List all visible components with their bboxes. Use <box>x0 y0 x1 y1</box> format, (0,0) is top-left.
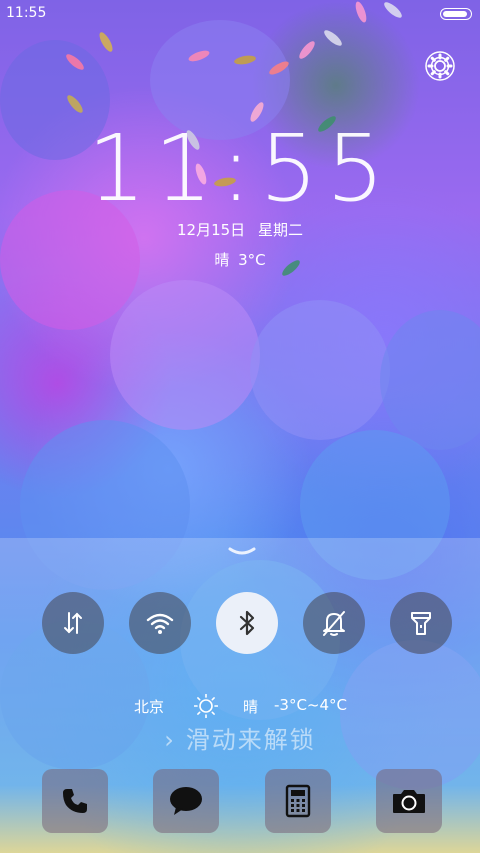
unlock-label: 滑动来解锁 <box>185 726 316 754</box>
app-dock <box>0 769 480 835</box>
weekday-label: 星期二 <box>257 221 303 239</box>
gear-icon[interactable] <box>424 50 456 82</box>
lock-clock: 11:55 <box>87 115 393 222</box>
calculator-button[interactable] <box>265 769 331 833</box>
slide-to-unlock[interactable]: › 滑动来解锁 <box>0 720 480 755</box>
weather-condition: 晴 <box>214 251 230 269</box>
status-bar: 11:55 <box>0 0 480 28</box>
wifi-toggle-button[interactable] <box>129 592 191 654</box>
messages-button[interactable] <box>153 769 219 833</box>
quick-toggles <box>0 592 480 656</box>
bell-off-icon <box>323 611 345 636</box>
sun-icon <box>193 693 219 719</box>
message-icon <box>170 787 202 815</box>
camera-icon <box>393 790 425 813</box>
date-label: 12月15日 <box>177 221 246 239</box>
lock-date: 12月15日 星期二 <box>0 219 480 240</box>
wifi-icon <box>146 613 174 634</box>
flashlight-toggle-button[interactable] <box>390 592 452 654</box>
weather-bar: 北京 晴 -3°C~4°C <box>0 696 480 718</box>
weather-range: -3°C~4°C <box>274 696 348 714</box>
weather-bar-condition: 晴 <box>243 698 259 716</box>
weather-temperature: 3°C <box>238 251 266 269</box>
camera-button[interactable] <box>376 769 442 833</box>
weather-city: 北京 <box>134 698 165 716</box>
lock-weather: 晴 3°C <box>0 249 480 270</box>
battery-icon <box>440 8 472 20</box>
unlock-arrow-icon: › <box>164 726 176 754</box>
calculator-icon <box>285 784 311 818</box>
data-toggle-button[interactable] <box>42 592 104 654</box>
flashlight-icon <box>411 612 431 635</box>
bluetooth-icon <box>239 610 255 636</box>
chevron-down-icon[interactable] <box>228 544 256 558</box>
bluetooth-toggle-button[interactable] <box>216 592 278 654</box>
phone-icon <box>63 789 87 813</box>
silent-toggle-button[interactable] <box>303 592 365 654</box>
data-transfer-icon <box>64 612 82 634</box>
status-time: 11:55 <box>6 5 47 21</box>
phone-button[interactable] <box>42 769 108 833</box>
